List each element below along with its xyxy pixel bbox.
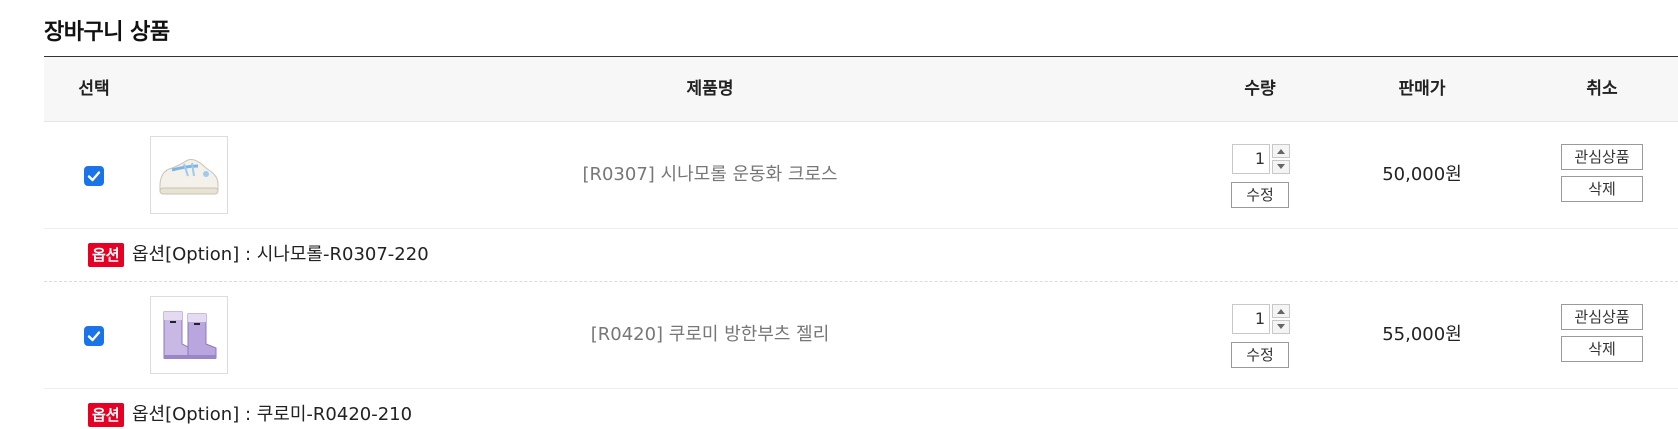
product-thumbnail[interactable] — [150, 296, 228, 374]
product-thumbnail[interactable] — [150, 136, 228, 214]
option-text: 옵션[Option] : 쿠로미-R0420-210 — [132, 404, 413, 425]
item-price: 50,000원 — [1382, 164, 1462, 185]
quantity-decrease-button[interactable] — [1272, 320, 1290, 334]
item-select-checkbox[interactable] — [84, 166, 104, 186]
cart-table-header: 선택 제품명 수량 판매가 취소 — [44, 57, 1678, 122]
header-cancel: 취소 — [1586, 79, 1618, 99]
item-select-checkbox[interactable] — [84, 326, 104, 346]
item-option-row: 옵션 옵션[Option] : 시나모롤-R0307-220 — [44, 229, 1678, 282]
caret-down-icon — [1277, 164, 1285, 169]
item-price: 55,000원 — [1382, 324, 1462, 345]
quantity-stepper: 1 — [1232, 144, 1294, 176]
quantity-stepper: 1 — [1232, 304, 1294, 336]
quantity-increase-button[interactable] — [1272, 304, 1290, 318]
delete-item-button[interactable]: 삭제 — [1561, 176, 1643, 202]
quantity-decrease-button[interactable] — [1272, 160, 1290, 174]
option-badge: 옵션 — [88, 243, 124, 267]
header-price: 판매가 — [1398, 79, 1446, 99]
product-name-link[interactable]: [R0420] 쿠로미 방한부츠 젤리 — [591, 282, 830, 388]
section-title: 장바구니 상품 — [44, 20, 170, 45]
header-select: 선택 — [78, 79, 110, 99]
check-icon — [87, 171, 101, 182]
cart-section: 장바구니 상품 선택 제품명 수량 판매가 취소 [R0307] 시나모롤 운동… — [0, 0, 1678, 429]
sneaker-icon — [159, 159, 219, 195]
product-name-link[interactable]: [R0307] 시나모롤 운동화 크로스 — [582, 122, 837, 228]
caret-down-icon — [1277, 324, 1285, 329]
item-option-row: 옵션 옵션[Option] : 쿠로미-R0420-210 — [44, 389, 1678, 429]
header-product-name: 제품명 — [686, 79, 734, 99]
cart-item-row: [R0307] 시나모롤 운동화 크로스 1 수정 50,000원 관심상품 삭… — [44, 122, 1678, 229]
option-badge: 옵션 — [88, 403, 124, 427]
cart-item-row: [R0420] 쿠로미 방한부츠 젤리 1 수정 55,000원 관심상품 삭제 — [44, 282, 1678, 389]
add-to-wishlist-button[interactable]: 관심상품 — [1561, 144, 1643, 170]
caret-up-icon — [1277, 149, 1285, 154]
option-text: 옵션[Option] : 시나모롤-R0307-220 — [132, 244, 429, 265]
quantity-input[interactable]: 1 — [1232, 144, 1270, 174]
quantity-edit-button[interactable]: 수정 — [1231, 342, 1289, 368]
quantity-increase-button[interactable] — [1272, 144, 1290, 158]
delete-item-button[interactable]: 삭제 — [1561, 336, 1643, 362]
header-quantity: 수량 — [1244, 79, 1276, 99]
check-icon — [87, 331, 101, 342]
quantity-input[interactable]: 1 — [1232, 304, 1270, 334]
add-to-wishlist-button[interactable]: 관심상품 — [1561, 304, 1643, 330]
caret-up-icon — [1277, 309, 1285, 314]
quantity-edit-button[interactable]: 수정 — [1231, 182, 1289, 208]
boots-icon — [163, 311, 217, 359]
